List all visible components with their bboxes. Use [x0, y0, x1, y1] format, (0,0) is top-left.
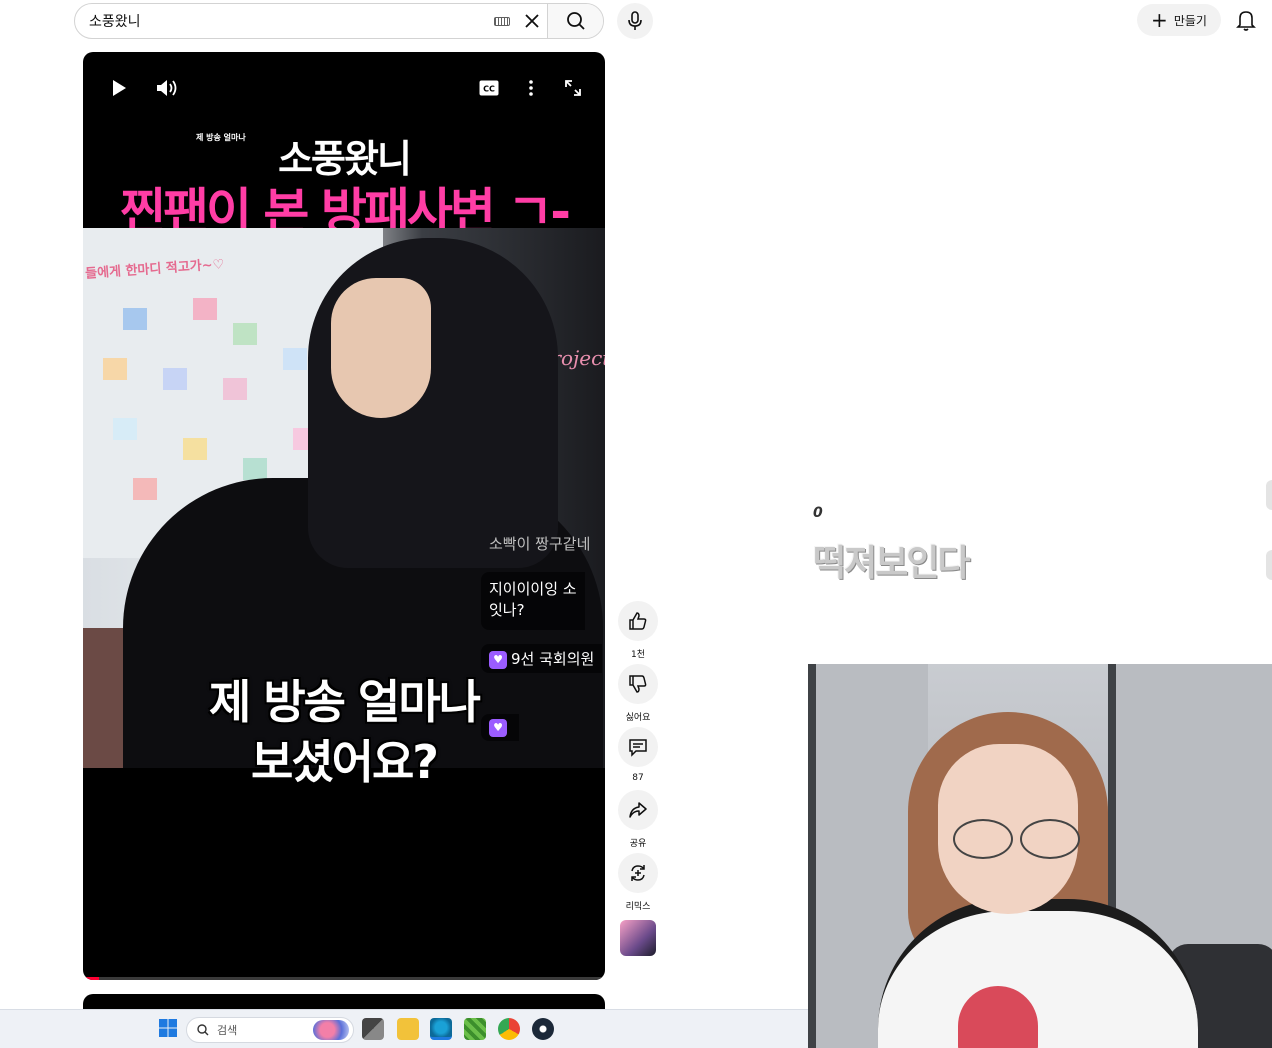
create-button[interactable]: + 만들기	[1137, 4, 1221, 36]
dislike-action: 싫어요	[618, 664, 658, 723]
shorts-player[interactable]: CC 제 방송 얼마나 소풍왔니 찐팬이 본 방패사변 ㄱ- 들에게 한마디 적…	[83, 52, 605, 980]
action-bar: 1천 싫어요 87 공유 리믹스	[617, 601, 659, 956]
search-button[interactable]	[547, 4, 603, 38]
create-label: 만들기	[1173, 13, 1207, 28]
chat-message-line: 잇나?	[489, 601, 525, 619]
play-icon	[113, 80, 126, 96]
share-action: 공유	[618, 790, 658, 849]
remix-action: 리믹스	[618, 853, 658, 912]
task-view-icon[interactable]	[362, 1018, 384, 1040]
taskbar-search[interactable]: 검색	[186, 1017, 354, 1043]
search-box[interactable]	[74, 3, 604, 39]
subtitle-line: 보셨어요?	[251, 735, 439, 789]
thumbs-up-icon	[629, 612, 647, 630]
chat-message-line: 지이이이잉 소	[489, 580, 577, 598]
clear-search-button[interactable]	[517, 4, 547, 38]
bell-icon	[1236, 11, 1256, 31]
taskbar: 검색	[0, 1009, 808, 1048]
edge-browser-icon[interactable]	[430, 1018, 452, 1040]
like-action: 1천	[618, 601, 658, 660]
plus-icon: +	[1151, 8, 1168, 32]
edge-handle	[1266, 550, 1272, 580]
keyboard-icon[interactable]	[493, 4, 511, 38]
remix-label: 리믹스	[625, 902, 651, 912]
overlay-big-text: 떡져보인다	[813, 543, 971, 584]
progress-bar[interactable]	[83, 977, 605, 980]
file-explorer-icon[interactable]	[397, 1018, 419, 1040]
share-icon	[629, 802, 647, 818]
svg-text:CC: CC	[483, 85, 495, 94]
minecraft-icon[interactable]	[464, 1018, 486, 1040]
comment-icon	[629, 739, 647, 757]
share-button[interactable]	[618, 790, 658, 830]
share-label: 공유	[629, 839, 647, 849]
comments-button[interactable]	[618, 727, 658, 767]
thumbs-down-icon	[629, 675, 647, 693]
chat-message: 소빡이 짱구같네	[489, 535, 591, 553]
search-icon	[197, 1024, 209, 1036]
progress-fill	[83, 977, 99, 980]
search-icon	[566, 12, 585, 30]
expand-icon	[565, 80, 581, 96]
chrome-icon[interactable]	[498, 1018, 520, 1040]
edge-handle	[1266, 480, 1272, 510]
remix-icon	[631, 865, 645, 881]
person-face	[331, 278, 431, 418]
captions-button[interactable]: CC	[477, 76, 501, 100]
volume-icon	[157, 80, 177, 96]
board-text: 들에게 한마디 적고가~♡	[84, 257, 225, 282]
play-button[interactable]	[107, 76, 131, 100]
taskbar-search-placeholder: 검색	[217, 1024, 238, 1037]
like-count: 1천	[630, 650, 645, 660]
overlay-small-text: 0	[813, 505, 823, 521]
notifications-button[interactable]	[1234, 8, 1258, 32]
close-icon	[525, 14, 539, 28]
comment-count: 87	[632, 773, 644, 783]
steam-icon[interactable]	[532, 1018, 554, 1040]
fullscreen-button[interactable]	[561, 76, 585, 100]
search-highlight-icon	[313, 1020, 349, 1040]
more-options-button[interactable]	[519, 76, 543, 100]
windows-icon	[159, 1019, 177, 1037]
chat-message: 지이이이잉 소 잇나?	[481, 572, 585, 630]
volume-button[interactable]	[155, 76, 179, 100]
remix-button[interactable]	[618, 853, 658, 893]
channel-avatar[interactable]	[620, 920, 656, 956]
voice-search-button[interactable]	[617, 3, 653, 39]
subtitle-line: 제 방송 얼마나	[209, 675, 481, 729]
dislike-button[interactable]	[618, 664, 658, 704]
webcam-glasses	[1020, 819, 1080, 859]
dislike-label: 싫어요	[625, 713, 651, 723]
webcam-glasses	[953, 819, 1013, 859]
start-button[interactable]	[158, 1018, 180, 1040]
more-vertical-icon	[529, 80, 533, 96]
captions-icon: CC	[479, 80, 499, 96]
search-input[interactable]	[75, 4, 493, 38]
comment-action: 87	[618, 727, 658, 785]
like-button[interactable]	[618, 601, 658, 641]
webcam-feed	[808, 664, 1272, 1048]
microphone-icon	[628, 11, 642, 30]
